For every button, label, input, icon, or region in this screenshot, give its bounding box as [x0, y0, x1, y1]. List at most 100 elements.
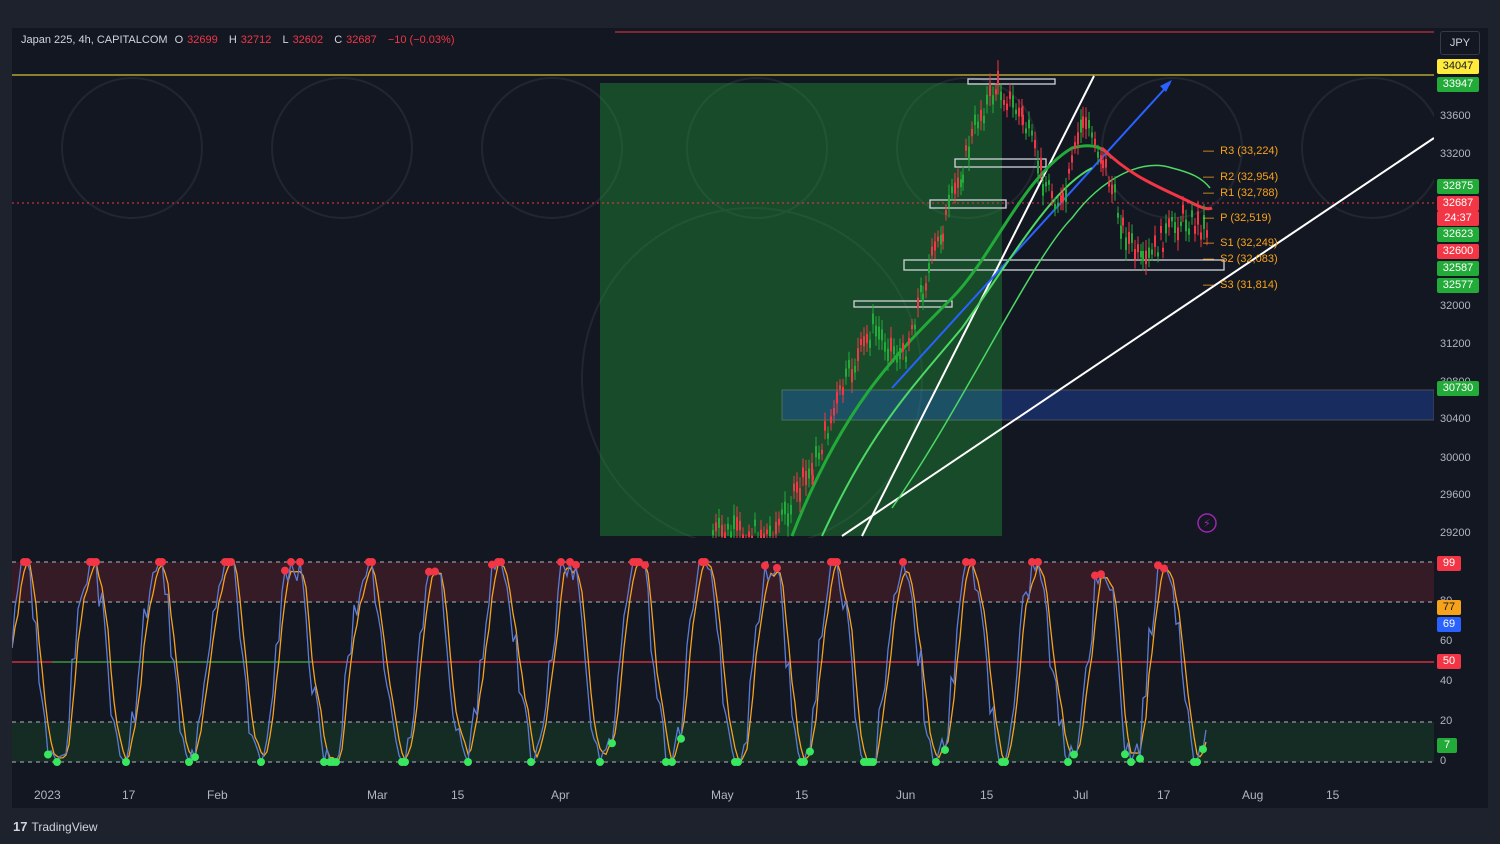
candle-body: [1114, 184, 1116, 193]
candle-body: [872, 313, 874, 325]
candle-body: [937, 236, 939, 242]
candle-body: [1082, 116, 1084, 128]
stoch-signal-dot: [227, 558, 235, 566]
candle-body: [884, 342, 886, 352]
candle-body: [986, 94, 988, 105]
candle-body: [1012, 95, 1014, 108]
candle-body: [989, 83, 991, 96]
candle-body: [718, 517, 720, 528]
candle-body: [893, 346, 895, 355]
stoch-signal-dot: [401, 758, 409, 766]
stochastic-pane[interactable]: [12, 548, 1434, 776]
candle-body: [857, 348, 859, 362]
pivot-s2: — S2 (32,083): [1203, 253, 1278, 265]
price-tag: 32577: [1437, 278, 1479, 293]
candle-body: [833, 407, 835, 416]
candle-body: [1182, 204, 1184, 214]
candle-body: [1194, 225, 1196, 234]
stoch-signal-dot: [53, 758, 61, 766]
stoch-signal-dot: [941, 745, 949, 754]
candle-body: [928, 263, 930, 273]
candle-body: [965, 145, 967, 151]
candle-body: [954, 182, 956, 194]
stoch-signal-dot: [761, 561, 769, 570]
stoch-signal-dot: [122, 758, 130, 766]
candle-body: [1025, 128, 1027, 134]
candle-body: [727, 523, 729, 530]
pivot-r3: — R3 (33,224): [1203, 145, 1279, 157]
stoch-signal-dot: [1070, 750, 1078, 759]
candle-body: [1188, 228, 1190, 235]
time-axis-label: 15: [451, 788, 465, 802]
stoch-signal-dot: [932, 758, 940, 766]
stoch-signal-dot: [773, 563, 781, 572]
candle-body: [1125, 237, 1127, 251]
stoch-signal-dot: [257, 758, 265, 766]
candle-body: [890, 337, 892, 352]
candle-body: [1157, 252, 1159, 257]
low-label: L: [282, 34, 289, 46]
price-axis-label: 30000: [1440, 452, 1471, 464]
candle-body: [721, 524, 723, 537]
stoch-signal-dot: [1199, 745, 1207, 754]
brand-label: TradingView: [31, 819, 98, 834]
candle-body: [775, 521, 777, 535]
candle-body: [808, 468, 810, 479]
stoch-signal-dot: [800, 758, 808, 766]
close-value: 32687: [346, 34, 377, 46]
osc-tag: 99: [1437, 556, 1461, 571]
candle-body: [1100, 155, 1102, 164]
stoch-signal-dot: [833, 558, 841, 566]
candle-body: [784, 501, 786, 515]
open-label: O: [174, 34, 184, 46]
demand-zone[interactable]: [781, 389, 1434, 421]
arrow-head: [1160, 80, 1172, 92]
time-axis-label: Jun: [896, 788, 916, 802]
osc-axis-label: 20: [1440, 715, 1453, 727]
stochastic-chart[interactable]: [12, 548, 1434, 776]
stoch-signal-dot: [1034, 558, 1042, 566]
candle-body: [980, 109, 982, 121]
symbol-legend[interactable]: Japan 225, 4h, CAPITALCOM O 32699 H 32712 …: [21, 34, 458, 46]
candle-body: [1088, 119, 1090, 129]
candle-body: [1168, 218, 1170, 228]
osc-axis-label: 40: [1440, 675, 1453, 687]
stoch-signal-dot: [92, 558, 100, 566]
candle-body: [821, 449, 823, 455]
candle-body: [1042, 184, 1044, 196]
candle-body: [739, 520, 741, 531]
candle-body: [902, 342, 904, 352]
time-axis-label: 15: [980, 788, 994, 802]
candle-body: [851, 369, 853, 383]
candle-body: [842, 386, 844, 395]
candle-body: [1162, 247, 1164, 253]
pivot-r1: — R1 (32,788): [1203, 187, 1279, 199]
candle-body: [1097, 151, 1099, 158]
osc-tag-d: 77: [1437, 600, 1461, 615]
osc-tag-50: 50: [1437, 654, 1461, 669]
pivot-r2: — R2 (32,954): [1203, 171, 1279, 183]
price-tag: 32600: [1437, 244, 1479, 259]
candle-body: [799, 488, 801, 502]
candle-body: [1102, 160, 1104, 169]
candle-body: [824, 421, 826, 431]
candle-body: [860, 339, 862, 345]
candle-body: [1003, 99, 1005, 105]
stoch-signal-dot: [1127, 758, 1135, 766]
candle-body: [760, 529, 762, 538]
candle-body: [977, 121, 979, 129]
tradingview-logo[interactable]: 17 TradingView: [13, 819, 98, 834]
candle-body: [724, 532, 726, 538]
high-value: 32712: [240, 34, 272, 46]
pivot-s3: — S3 (31,814): [1203, 279, 1278, 291]
candle-body: [997, 70, 999, 85]
stoch-signal-dot: [1136, 754, 1144, 763]
candle-body: [766, 529, 768, 535]
candle-body: [863, 336, 865, 347]
stoch-signal-dot: [668, 758, 676, 766]
currency-button[interactable]: JPY: [1440, 31, 1480, 55]
change-value: −10 (−0.03%): [387, 34, 455, 46]
candle-body: [1028, 119, 1030, 129]
time-axis-label: May: [711, 788, 734, 802]
price-axis-label: 33200: [1440, 148, 1471, 160]
